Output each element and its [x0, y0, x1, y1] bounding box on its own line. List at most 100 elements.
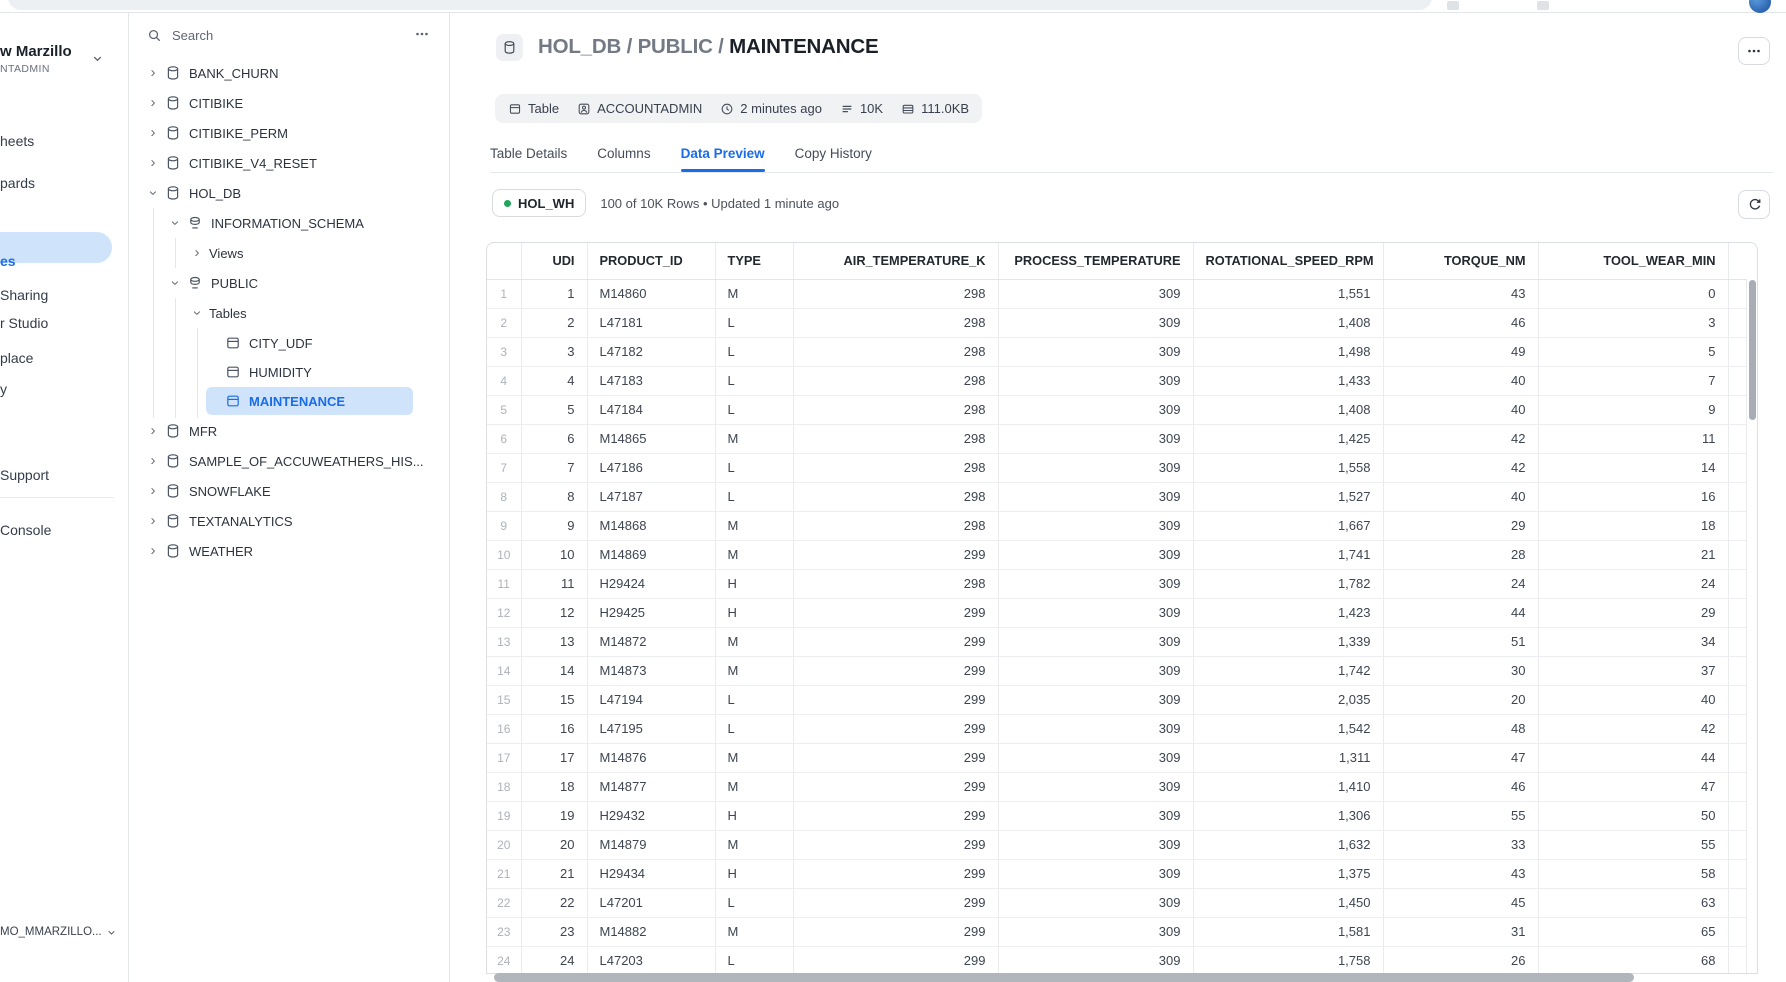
- tree-item-snowflake[interactable]: ›SNOWFLAKE: [129, 476, 449, 506]
- database-icon: [165, 483, 181, 499]
- tree-item-weather[interactable]: ›WEATHER: [129, 536, 449, 566]
- clock-icon: [720, 102, 734, 116]
- tree-item-sample-of-accuweathers-his[interactable]: ›SAMPLE_OF_ACCUWEATHERS_HIS...: [129, 446, 449, 476]
- horizontal-scrollbar[interactable]: [486, 973, 1758, 982]
- more-options-button[interactable]: [1738, 37, 1770, 65]
- cell: H29425: [587, 598, 715, 627]
- rows-icon: [840, 102, 854, 116]
- cell: 20: [1383, 685, 1538, 714]
- sidebar-item-support[interactable]: Support: [0, 466, 49, 484]
- sidebar-item-sharing[interactable]: Sharing: [0, 286, 48, 304]
- sidebar-item-pards[interactable]: pards: [0, 174, 35, 192]
- browser-extension-icon[interactable]: [1537, 1, 1549, 10]
- browser-profile-avatar[interactable]: [1749, 0, 1771, 13]
- sidebar-item-es[interactable]: es: [0, 252, 16, 270]
- row-number: 13: [487, 627, 521, 656]
- person-icon: [577, 102, 591, 116]
- tab-bar: Table Details Columns Data Preview Copy His…: [490, 146, 872, 172]
- chevron-down-icon[interactable]: ›: [169, 217, 181, 229]
- tree-item-citibike-v4-reset[interactable]: ›CITIBIKE_V4_RESET: [129, 148, 449, 178]
- row-number: 12: [487, 598, 521, 627]
- cell: 3: [1538, 308, 1728, 337]
- search-input[interactable]: Search: [147, 25, 213, 45]
- chevron-right-icon[interactable]: ›: [147, 545, 159, 557]
- cell: 309: [998, 627, 1193, 656]
- tree-item-humidity[interactable]: HUMIDITY: [206, 358, 413, 386]
- tab-table-details[interactable]: Table Details: [490, 146, 567, 172]
- tree-item-views[interactable]: ›Views: [129, 238, 449, 268]
- cell: M: [715, 279, 793, 308]
- more-options-icon[interactable]: [411, 26, 433, 42]
- tree-item-textanalytics[interactable]: ›TEXTANALYTICS: [129, 506, 449, 536]
- chevron-right-icon[interactable]: ›: [147, 97, 159, 109]
- spacer-cell: [1728, 279, 1746, 308]
- row-number: 16: [487, 714, 521, 743]
- table-object-icon-box: [496, 34, 523, 61]
- sidebar-item-place[interactable]: place: [0, 349, 33, 367]
- sidebar-item-console[interactable]: Console: [0, 521, 51, 539]
- tree-item-city-udf[interactable]: CITY_UDF: [206, 329, 413, 357]
- tree-item-bank-churn[interactable]: ›BANK_CHURN: [129, 58, 449, 88]
- vertical-scrollbar[interactable]: [1746, 279, 1757, 974]
- cell: 298: [793, 424, 998, 453]
- account-switcher[interactable]: MO_MMARZILLO...: [0, 926, 117, 938]
- spacer-cell: [1728, 656, 1746, 685]
- cell: 1,410: [1193, 772, 1383, 801]
- user-name[interactable]: w Marzillo: [0, 43, 72, 60]
- spacer-cell: [1728, 917, 1746, 946]
- cell: L: [715, 946, 793, 974]
- cell: L: [715, 337, 793, 366]
- vertical-scrollbar-thumb[interactable]: [1749, 280, 1756, 420]
- tree-item-public[interactable]: ›PUBLIC: [129, 268, 449, 298]
- chevron-down-icon[interactable]: ›: [169, 277, 181, 289]
- tree-item-information-schema[interactable]: ›INFORMATION_SCHEMA: [129, 208, 449, 238]
- cell: 309: [998, 395, 1193, 424]
- chevron-right-icon[interactable]: ›: [147, 67, 159, 79]
- chevron-right-icon[interactable]: ›: [147, 455, 159, 467]
- tab-copy-history[interactable]: Copy History: [795, 146, 872, 172]
- cell: M14868: [587, 511, 715, 540]
- chevron-right-icon[interactable]: ›: [147, 157, 159, 169]
- refresh-button[interactable]: [1738, 190, 1770, 219]
- row-number: 9: [487, 511, 521, 540]
- sidebar-item-r-studio[interactable]: r Studio: [0, 314, 48, 332]
- tree-item-hol-db[interactable]: ›HOL_DB: [129, 178, 449, 208]
- cell: 42: [1538, 714, 1728, 743]
- horizontal-scrollbar-thumb[interactable]: [494, 973, 1634, 982]
- cell: 309: [998, 598, 1193, 627]
- browser-extension-icon[interactable]: [1447, 1, 1459, 10]
- tab-columns[interactable]: Columns: [597, 146, 650, 172]
- cell: M14879: [587, 830, 715, 859]
- chevron-right-icon[interactable]: ›: [147, 127, 159, 139]
- tree-item-mfr[interactable]: ›MFR: [129, 416, 449, 446]
- chevron-right-icon[interactable]: ›: [147, 515, 159, 527]
- chevron-down-icon[interactable]: [91, 52, 104, 65]
- cell: 37: [1538, 656, 1728, 685]
- cell: 47: [1383, 743, 1538, 772]
- chevron-down-icon[interactable]: ›: [191, 307, 203, 319]
- cell: 19: [521, 801, 587, 830]
- tree-item-tables[interactable]: ›Tables: [129, 298, 449, 328]
- cell: 1,433: [1193, 366, 1383, 395]
- cell: 309: [998, 685, 1193, 714]
- breadcrumb-path[interactable]: HOL_DB / PUBLIC /: [538, 35, 729, 58]
- tree-item-citibike-perm[interactable]: ›CITIBIKE_PERM: [129, 118, 449, 148]
- chevron-right-icon[interactable]: ›: [191, 247, 203, 259]
- tab-data-preview[interactable]: Data Preview: [681, 146, 765, 172]
- sidebar-item-y[interactable]: y: [0, 380, 7, 398]
- tree-item-citibike[interactable]: ›CITIBIKE: [129, 88, 449, 118]
- browser-address-bar[interactable]: [8, 0, 1432, 10]
- chevron-down-icon[interactable]: ›: [147, 187, 159, 199]
- database-icon: [165, 155, 181, 171]
- tree-item-maintenance[interactable]: MAINTENANCE: [206, 387, 413, 415]
- chevron-right-icon[interactable]: ›: [147, 485, 159, 497]
- chevron-right-icon[interactable]: ›: [147, 425, 159, 437]
- warehouse-selector[interactable]: HOL_WH: [492, 189, 586, 217]
- cell: 30: [1383, 656, 1538, 685]
- warehouse-name: HOL_WH: [518, 196, 574, 211]
- cell: 0: [1538, 279, 1728, 308]
- cell: 309: [998, 772, 1193, 801]
- sidebar-item-heets[interactable]: heets: [0, 132, 34, 150]
- cell: 309: [998, 801, 1193, 830]
- cell: 1,581: [1193, 917, 1383, 946]
